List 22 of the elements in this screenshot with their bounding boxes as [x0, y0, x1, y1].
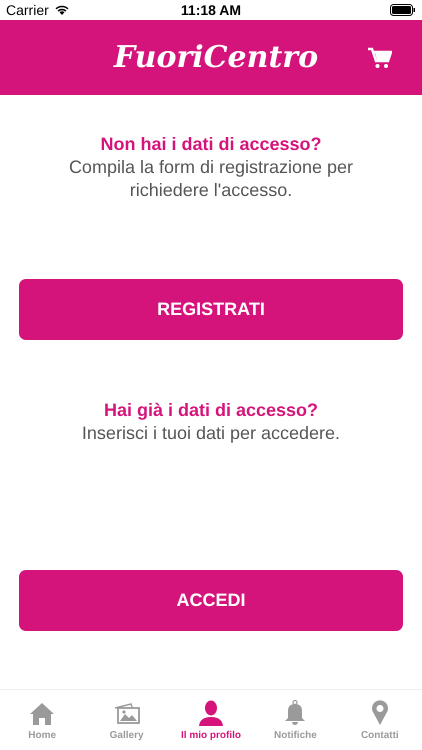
tab-item[interactable]: Home: [0, 690, 84, 750]
location-pin-icon: [370, 700, 389, 726]
section-text: Compila la form di registrazione per richiedere l'accesso.: [68, 156, 354, 202]
wifi-icon: [54, 4, 70, 16]
section-title: Non hai i dati di accesso?: [99, 133, 323, 156]
bell-icon: [283, 700, 308, 726]
action-button[interactable]: ACCEDI: [19, 570, 403, 631]
clock-time: 11:18 AM: [180, 2, 242, 18]
carrier-name: Carrier: [6, 2, 49, 18]
action-button[interactable]: REGISTRATI: [19, 279, 403, 340]
tab-item[interactable]: Contatti: [338, 690, 422, 750]
section-text: Inserisci i tuoi dati per accedere.: [80, 422, 342, 445]
app-logo: FuoriCentro: [114, 40, 318, 75]
battery-icon: [390, 4, 416, 16]
pictures-icon: [112, 702, 141, 726]
tab-item[interactable]: Il mio profilo: [168, 690, 254, 750]
section-title: Hai già i dati di accesso?: [102, 399, 320, 422]
tab-item[interactable]: Notifiche: [253, 690, 338, 750]
cart-icon[interactable]: [368, 47, 392, 69]
tab-item[interactable]: Gallery: [84, 690, 169, 750]
home-icon: [29, 702, 56, 726]
person-icon: [198, 700, 224, 726]
